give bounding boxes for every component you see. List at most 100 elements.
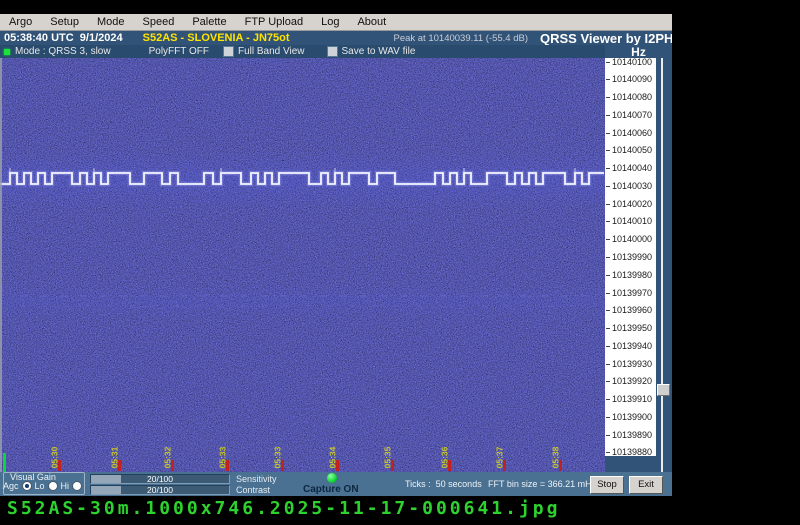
argo-window: ArgoSetupModeSpeedPaletteFTP UploadLogAb… <box>0 14 672 495</box>
contrast-slider[interactable]: 20/100 <box>90 485 230 495</box>
time-tick-mark <box>559 460 562 471</box>
time-tick-mark <box>171 460 174 471</box>
save-to-wav-checkbox[interactable] <box>327 46 338 57</box>
menu-item-log[interactable]: Log <box>312 16 348 28</box>
control-bar: Visual Gain AgcLoHi 20/100 20/100 Sensit… <box>0 472 672 496</box>
freq-tick-label: 10139970 <box>612 288 652 298</box>
menu-bar: ArgoSetupModeSpeedPaletteFTP UploadLogAb… <box>0 14 672 31</box>
freq-tick-label: 10140020 <box>612 199 652 209</box>
time-tick-mark <box>391 460 394 471</box>
sensitivity-value: 20/100 <box>91 474 229 484</box>
scrollbar-thumb[interactable] <box>657 384 670 396</box>
exit-button[interactable]: Exit <box>629 476 663 494</box>
frequency-scrollbar[interactable] <box>656 58 672 472</box>
ticks-interval-readout: Ticks : 50 seconds <box>405 479 482 489</box>
freq-tick-label: 10139880 <box>612 447 652 456</box>
hz-unit-label: Hz <box>605 45 672 58</box>
freq-tick-mark <box>606 168 610 169</box>
freq-tick-mark <box>606 115 610 116</box>
freq-tick-mark <box>606 399 610 400</box>
freq-tick-mark <box>606 62 610 63</box>
freq-tick-label: 10139890 <box>612 430 652 440</box>
time-tick-mark <box>503 460 506 471</box>
freq-tick-label: 10139960 <box>612 305 652 315</box>
stop-button[interactable]: Stop <box>590 476 624 494</box>
freq-tick-label: 10140010 <box>612 216 652 226</box>
gain-radio-lo[interactable] <box>48 481 58 491</box>
station-callsign: S52AS - SLOVENIA - JN75ot <box>143 32 290 44</box>
freq-tick-mark <box>606 204 610 205</box>
scrollbar-track[interactable] <box>661 58 663 472</box>
mode-bar: Mode : QRSS 3, slow PolyFFT OFF Full Ban… <box>0 45 605 58</box>
run-led-icon <box>4 49 10 55</box>
freq-tick-label: 10140040 <box>612 163 652 173</box>
freq-tick-mark <box>606 221 610 222</box>
waterfall-left-edge <box>0 58 2 472</box>
freq-tick-label: 10139950 <box>612 323 652 333</box>
freq-tick-label: 10139910 <box>612 394 652 404</box>
time-tick-mark <box>336 460 339 471</box>
freq-tick-mark <box>606 133 610 134</box>
freq-tick-mark <box>606 257 610 258</box>
polyfft-status: PolyFFT OFF <box>149 46 209 57</box>
menu-item-mode[interactable]: Mode <box>88 16 134 28</box>
capture-led-icon <box>327 473 337 483</box>
menu-item-palette[interactable]: Palette <box>183 16 235 28</box>
app-title: QRSS Viewer by I2PHD <box>540 31 672 46</box>
freq-tick-label: 10140070 <box>612 110 652 120</box>
freq-tick-label: 10140050 <box>612 145 652 155</box>
fft-bin-size-readout: FFT bin size = 366.21 mHz <box>488 479 596 489</box>
peak-readout: Peak at 10140039.11 (-55.4 dB) <box>393 33 528 44</box>
status-bar: 05:38:40 UTC 9/1/2024 S52AS - SLOVENIA -… <box>0 31 672 45</box>
freq-tick-mark <box>606 435 610 436</box>
freq-tick-label: 10139920 <box>612 376 652 386</box>
gain-option-label-agc: Agc <box>3 481 19 491</box>
time-tick-mark <box>58 460 61 471</box>
freq-tick-mark <box>606 364 610 365</box>
freq-tick-label: 10139990 <box>612 252 652 262</box>
gain-option-label-lo: Lo <box>35 481 45 491</box>
full-band-view-checkbox[interactable] <box>223 46 234 57</box>
full-band-view-label: Full Band View <box>238 46 305 57</box>
clock-utc: 05:38:40 UTC 9/1/2024 <box>4 32 123 44</box>
capture-filename: S52AS-30m.1000x746.2025-11-17-000641.jpg <box>7 498 560 519</box>
freq-tick-mark <box>606 239 610 240</box>
menu-item-ftp-upload[interactable]: FTP Upload <box>236 16 313 28</box>
gain-option-label-hi: Hi <box>61 481 70 491</box>
waterfall-display: 05:3005:3105:3205:3305:3305:3405:3505:36… <box>0 58 605 472</box>
freq-tick-mark <box>606 97 610 98</box>
menu-item-about[interactable]: About <box>348 16 395 28</box>
menu-item-argo[interactable]: Argo <box>0 16 41 28</box>
freq-tick-label: 10139930 <box>612 359 652 369</box>
freq-tick-label: 10140080 <box>612 92 652 102</box>
mode-readout: Mode : QRSS 3, slow <box>15 46 111 57</box>
freq-tick-mark <box>606 186 610 187</box>
menu-item-setup[interactable]: Setup <box>41 16 88 28</box>
gain-radio-agc[interactable] <box>22 481 32 491</box>
save-to-wav-label: Save to WAV file <box>342 46 416 57</box>
sensitivity-slider[interactable]: 20/100 <box>90 474 230 484</box>
gain-radio-hi[interactable] <box>72 481 82 491</box>
sensitivity-label: Sensitivity <box>236 474 277 484</box>
time-tick-mark <box>118 460 121 471</box>
freq-tick-label: 10139940 <box>612 341 652 351</box>
freq-tick-mark <box>606 310 610 311</box>
input-level-indicator <box>3 453 6 472</box>
freq-tick-label: 10140060 <box>612 128 652 138</box>
menu-item-speed[interactable]: Speed <box>134 16 184 28</box>
freq-tick-mark <box>606 150 610 151</box>
freq-tick-mark <box>606 346 610 347</box>
time-tick-mark <box>448 460 451 471</box>
time-tick-mark <box>281 460 284 471</box>
contrast-value: 20/100 <box>91 485 229 495</box>
freq-tick-mark <box>606 79 610 80</box>
freq-tick-label: 10140100 <box>612 58 652 67</box>
time-tick-mark <box>226 460 229 471</box>
freq-tick-label: 10140090 <box>612 74 652 84</box>
capture-status: Capture ON <box>303 484 359 495</box>
freq-tick-label: 10139980 <box>612 270 652 280</box>
freq-tick-label: 10140030 <box>612 181 652 191</box>
freq-tick-label: 10139900 <box>612 412 652 422</box>
frequency-scale: 10140100 10140090 10140080 10140070 10140060… <box>605 58 656 456</box>
freq-tick-mark <box>606 328 610 329</box>
